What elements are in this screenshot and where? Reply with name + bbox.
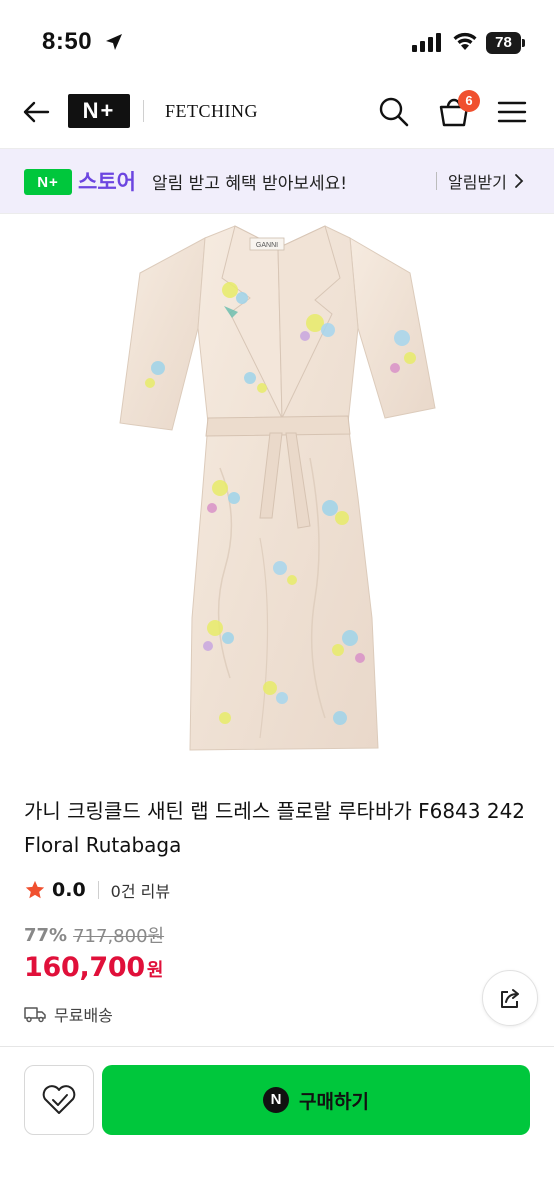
status-time: 8:50 [42,28,93,55]
npay-icon: N [263,1087,290,1113]
sale-price-row: 160,700 원 [24,952,163,983]
discount-rate: 77% [24,924,68,946]
star-icon [25,880,45,899]
share-button[interactable] [482,970,538,1026]
shipping-text: 무료배송 [54,1006,113,1025]
top-navigation: N+ FETCHING 6 [0,78,554,148]
wifi-icon [453,32,477,50]
logo-text: N+ [82,98,116,123]
store-notification-banner: N+ 스토어 알림 받고 혜택 받아보세요! 알림받기 [0,148,554,214]
brand-tag-text: GANNI [256,242,278,249]
store-logo: N+ [24,169,72,195]
heart-check-icon [42,1085,76,1114]
notification-subscribe-label: 알림받기 [448,173,507,192]
shipping-info: 무료배송 [24,1002,113,1026]
naver-plus-logo[interactable]: N+ [68,94,130,128]
notification-subscribe-button[interactable]: 알림받기 [448,169,525,193]
menu-icon[interactable] [496,96,528,128]
store-message: 알림 받고 혜택 받아보세요! [152,174,348,194]
rating-value: 0.0 [52,879,86,901]
cellular-signal-icon [412,33,441,52]
original-price-row: 77% 717,800원 [24,922,164,948]
buy-button[interactable]: N 구매하기 [102,1065,530,1135]
header-divider [143,100,144,122]
brand-name[interactable]: FETCHING [165,101,258,122]
store-name: 스토어 [78,170,136,194]
buy-button-label: 구매하기 [299,1090,369,1113]
store-logo-text: N+ [37,173,59,191]
rating-row[interactable]: 0.0 0건 리뷰 [24,876,170,904]
sale-price-unit: 원 [146,960,164,981]
product-title: 가니 크링클드 새틴 랩 드레스 플로랄 루타바가 F6843 242 Flor… [24,799,526,857]
back-arrow-icon[interactable] [20,96,52,128]
location-arrow-icon [106,34,122,50]
banner-divider [436,172,437,190]
wishlist-button[interactable] [24,1065,94,1135]
status-bar: 8:50 78 [0,0,554,78]
cart-count-badge: 6 [458,90,480,112]
review-count: 0건 리뷰 [110,882,171,901]
search-icon[interactable] [376,94,412,130]
battery-level: 78 [486,32,521,54]
bottom-action-bar: N 구매하기 [0,1046,554,1200]
original-price: 717,800원 [73,926,165,947]
truck-icon [24,1007,46,1023]
chevron-right-icon [514,174,524,188]
share-icon [501,989,519,1008]
battery-icon: 78 [486,32,526,54]
rating-divider [97,881,99,899]
sale-price: 160,700 [24,952,145,983]
product-image[interactable]: GANNI [110,218,444,758]
